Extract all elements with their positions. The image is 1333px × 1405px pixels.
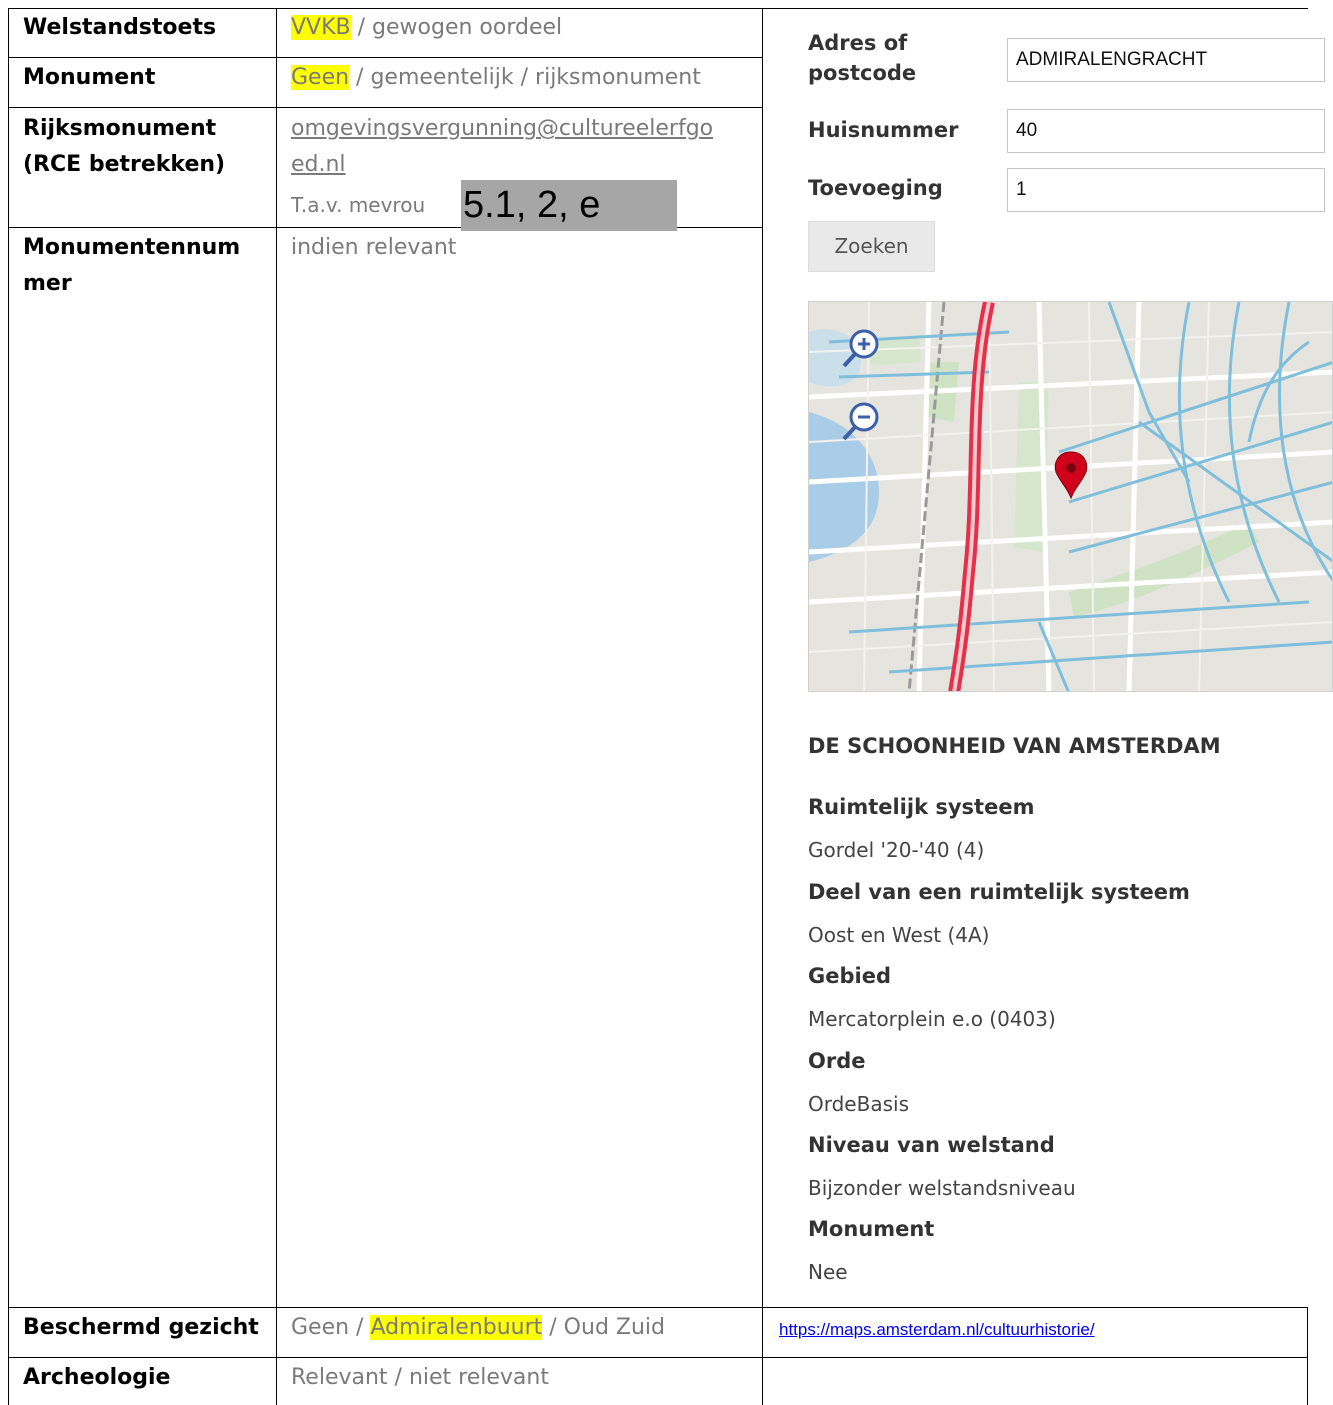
row-value-beschermd-gezicht: Geen / Admiralenbuurt / Oud Zuid	[291, 1315, 665, 1340]
info-value: OrdeBasis	[808, 1092, 909, 1116]
info-label: Monument	[808, 1217, 935, 1241]
house-number-label: Huisnummer	[808, 118, 959, 142]
row-value-monument: Geen / gemeentelijk / rijksmonument	[291, 65, 701, 90]
email-link[interactable]: omgevingsvergunning@cultureelerfgo	[291, 111, 713, 147]
map-view[interactable]	[808, 301, 1333, 692]
highlight-selected: VVKB	[291, 15, 351, 40]
info-value: Oost en West (4A)	[808, 923, 990, 947]
info-value: Mercatorplein e.o (0403)	[808, 1007, 1056, 1031]
row-label-monument: Monument	[23, 65, 156, 90]
address-input[interactable]: ADMIRALENGRACHT	[1007, 38, 1325, 82]
info-label: Niveau van welstand	[808, 1133, 1055, 1157]
row-label-rijksmonument: Rijksmonument (RCE betrekken)	[23, 116, 226, 177]
row-value-rijksmonument: omgevingsvergunning@cultureelerfgo ed.nl	[291, 111, 713, 183]
email-link-cont[interactable]: ed.nl	[291, 147, 713, 183]
row-value-welstandstoets: VVKB / gewogen oordeel	[291, 15, 563, 40]
redaction-block: 5.1, 2, e	[461, 180, 677, 231]
address-label: Adres of postcode	[808, 31, 917, 85]
search-button[interactable]: Zoeken	[808, 221, 935, 272]
tav-text: T.a.v. mevrou	[291, 193, 426, 217]
info-value: Gordel '20-'40 (4)	[808, 838, 985, 862]
info-value: Nee	[808, 1260, 848, 1284]
row-label-monumentennummer: Monumentennum mer	[23, 235, 241, 296]
row-label-welstandstoets: Welstandstoets	[23, 15, 217, 40]
map-canvas	[809, 302, 1332, 691]
info-title: DE SCHOONHEID VAN AMSTERDAM	[808, 734, 1221, 758]
row-value-archeologie: Relevant / niet relevant	[291, 1365, 549, 1390]
info-label: Deel van een ruimtelijk systeem	[808, 880, 1190, 904]
highlight-selected: Geen	[291, 65, 350, 90]
info-label: Gebied	[808, 964, 891, 988]
suffix-input[interactable]: 1	[1007, 168, 1325, 212]
info-value: Bijzonder welstandsniveau	[808, 1176, 1076, 1200]
cultuurhistorie-link[interactable]: https://maps.amsterdam.nl/cultuurhistori…	[779, 1320, 1095, 1340]
suffix-label: Toevoeging	[808, 176, 943, 200]
row-value-monumentennummer: indien relevant	[291, 235, 457, 260]
highlight-selected: Admiralenbuurt	[370, 1315, 543, 1340]
row-label-archeologie: Archeologie	[23, 1365, 171, 1390]
house-number-input[interactable]: 40	[1007, 109, 1325, 153]
info-label: Orde	[808, 1049, 866, 1073]
row-label-beschermd-gezicht: Beschermd gezicht	[23, 1315, 259, 1340]
info-label: Ruimtelijk systeem	[808, 795, 1035, 819]
